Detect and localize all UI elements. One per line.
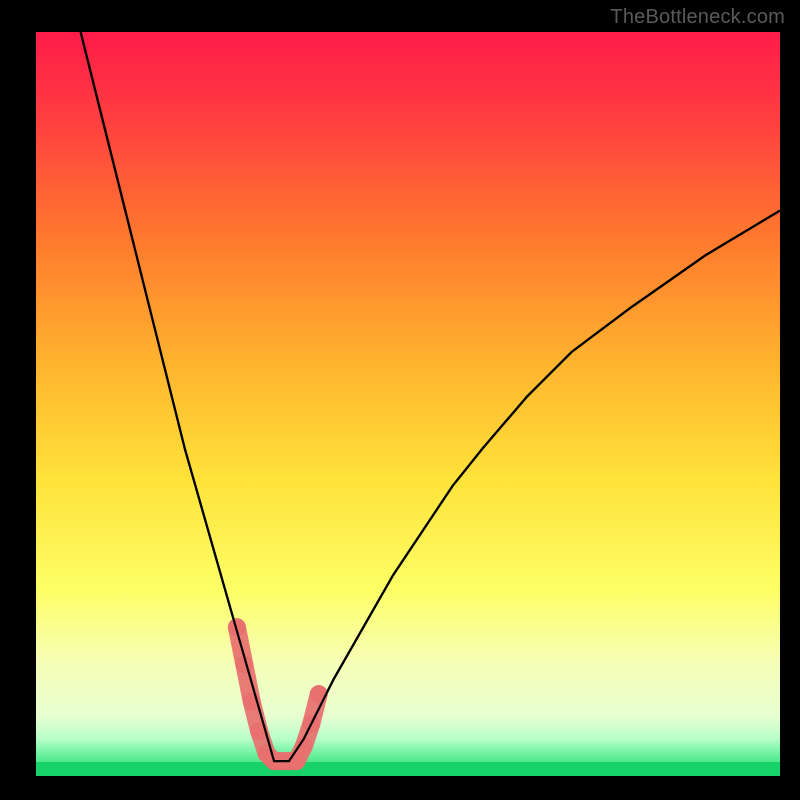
plot-svg — [36, 32, 780, 776]
chart-root: TheBottleneck.com — [0, 0, 800, 800]
plot-area — [36, 32, 780, 776]
watermark-text: TheBottleneck.com — [610, 6, 785, 29]
